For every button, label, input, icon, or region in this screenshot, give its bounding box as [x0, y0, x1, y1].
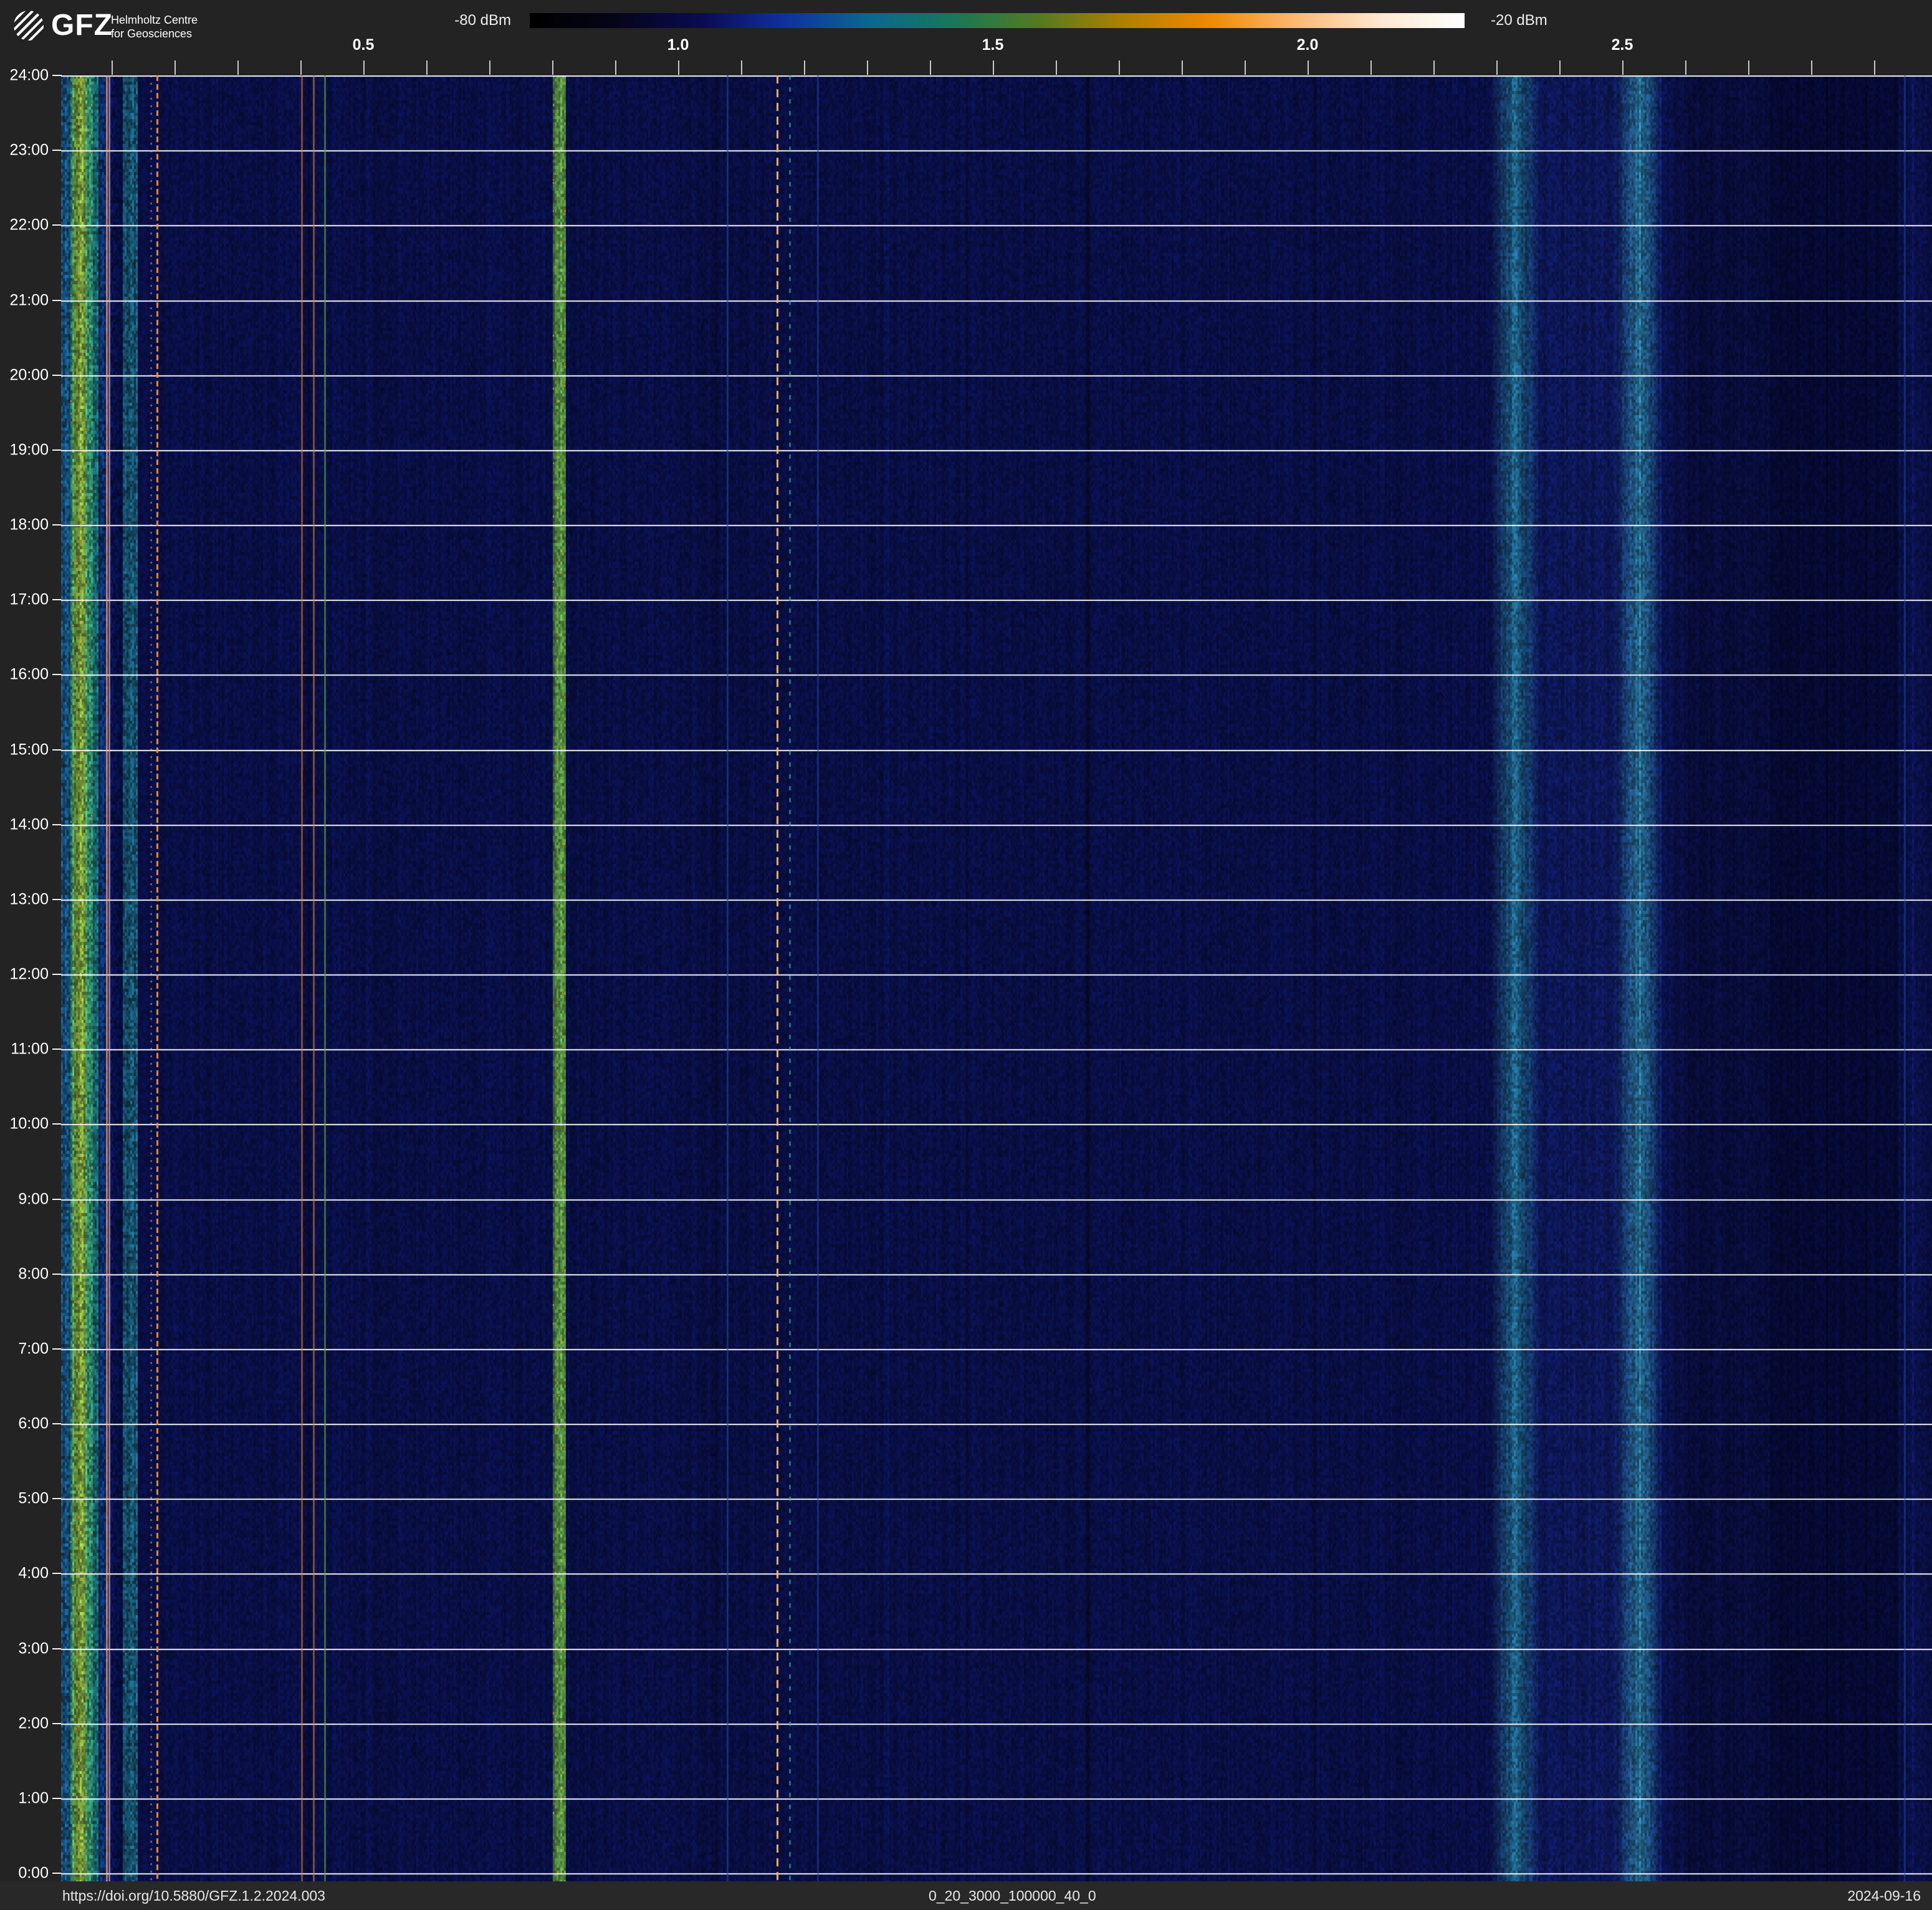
y-axis-tick	[52, 1123, 62, 1125]
x-axis-tick	[993, 60, 994, 75]
spectrogram-heatmap	[61, 75, 1932, 1881]
x-axis-tick	[175, 60, 176, 75]
y-axis-tick	[52, 599, 62, 600]
x-axis-tick	[930, 60, 931, 75]
x-axis-tick	[804, 60, 805, 75]
x-axis-tick	[1370, 60, 1372, 75]
y-axis-tick	[52, 1498, 62, 1499]
y-axis-tick	[52, 824, 62, 825]
x-axis-tick	[1748, 60, 1749, 75]
x-axis-label: 0.5	[335, 36, 391, 54]
y-axis-tick	[52, 1049, 62, 1050]
y-axis-tick	[52, 1723, 62, 1724]
x-axis-tick	[741, 60, 742, 75]
y-axis-tick	[52, 300, 62, 301]
y-axis-label: 15:00	[0, 741, 49, 759]
x-axis-tick	[1559, 60, 1561, 75]
brand-name: GFZ	[51, 10, 113, 41]
y-axis-tick	[52, 375, 62, 376]
y-axis-tick	[52, 1798, 62, 1799]
y-axis-tick	[52, 1573, 62, 1574]
doi-link[interactable]: https://doi.org/10.5880/GFZ.1.2.2024.003	[62, 1888, 325, 1904]
y-axis-tick	[52, 449, 62, 451]
y-axis-label: 10:00	[0, 1115, 49, 1133]
x-axis-tick	[1056, 60, 1057, 75]
x-axis-tick	[1496, 60, 1498, 75]
gfz-logo-icon	[14, 11, 44, 41]
y-axis-label: 2:00	[0, 1715, 49, 1733]
x-axis-tick	[300, 60, 302, 75]
y-axis-label: 16:00	[0, 666, 49, 684]
y-axis-tick	[52, 749, 62, 751]
x-axis-tick	[552, 60, 553, 75]
y-axis-tick	[52, 674, 62, 675]
y-axis-tick	[52, 1274, 62, 1275]
y-axis-label: 18:00	[0, 516, 49, 534]
x-axis-tick	[489, 60, 490, 75]
x-axis-label: 1.0	[650, 36, 706, 54]
y-axis-label: 23:00	[0, 142, 49, 160]
x-axis-tick	[363, 60, 365, 75]
colorbar-max-label: -20 dBm	[1491, 12, 1547, 29]
y-axis-label: 13:00	[0, 891, 49, 909]
x-axis-tick	[678, 60, 679, 75]
plot-parameters: 0_20_3000_100000_40_0	[929, 1888, 1096, 1904]
x-axis-label: 2.0	[1279, 36, 1336, 54]
x-axis-tick	[1874, 60, 1875, 75]
x-axis-tick	[1182, 60, 1183, 75]
y-axis-label: 19:00	[0, 441, 49, 459]
y-axis-tick	[52, 974, 62, 975]
y-axis-label: 14:00	[0, 816, 49, 834]
x-axis-tick	[1308, 60, 1309, 75]
y-axis-label: 0:00	[0, 1864, 49, 1883]
x-axis-tick	[237, 60, 239, 75]
x-axis-tick	[112, 60, 113, 75]
spectrogram-viewer: GFZ Helmholtz Centre for Geosciences -80…	[0, 0, 1932, 1910]
y-axis-label: 3:00	[0, 1640, 49, 1658]
colorbar	[530, 13, 1465, 28]
y-axis-label: 12:00	[0, 966, 49, 984]
y-axis-label: 6:00	[0, 1415, 49, 1433]
y-axis-tick	[52, 1648, 62, 1649]
x-axis-tick	[1811, 60, 1812, 75]
y-axis-label: 24:00	[0, 67, 49, 85]
x-axis-tick	[1245, 60, 1246, 75]
y-axis-tick	[52, 1348, 62, 1350]
y-axis-label: 20:00	[0, 367, 49, 385]
y-axis-label: 1:00	[0, 1790, 49, 1808]
y-axis-tick	[52, 1873, 62, 1874]
x-axis-tick	[1433, 60, 1435, 75]
x-axis-tick	[1119, 60, 1120, 75]
y-axis-label: 7:00	[0, 1340, 49, 1358]
y-axis-label: 22:00	[0, 216, 49, 234]
y-axis-label: 21:00	[0, 292, 49, 310]
y-axis-label: 17:00	[0, 591, 49, 609]
y-axis-label: 8:00	[0, 1265, 49, 1284]
colorbar-min-label: -80 dBm	[454, 12, 511, 29]
x-axis-tick	[615, 60, 616, 75]
y-axis-tick	[52, 75, 62, 76]
y-axis-tick	[52, 224, 62, 226]
org-name: Helmholtz Centre for Geosciences	[111, 13, 198, 41]
y-axis-label: 11:00	[0, 1040, 49, 1058]
x-axis-tick	[426, 60, 428, 75]
plot-date: 2024-09-16	[1847, 1888, 1921, 1904]
y-axis-tick	[52, 150, 62, 151]
x-axis-label: 1.5	[965, 36, 1021, 54]
x-axis-tick	[1685, 60, 1686, 75]
org-line1: Helmholtz Centre	[111, 13, 198, 27]
org-line2: for Geosciences	[111, 27, 198, 41]
y-axis-tick	[52, 1423, 62, 1424]
y-axis-label: 4:00	[0, 1565, 49, 1583]
y-axis-label: 5:00	[0, 1490, 49, 1508]
x-axis-label: 2.5	[1594, 36, 1650, 54]
y-axis-tick	[52, 1199, 62, 1200]
x-axis-tick	[867, 60, 868, 75]
y-axis-tick	[52, 899, 62, 900]
y-axis-label: 9:00	[0, 1191, 49, 1209]
y-axis-tick	[52, 524, 62, 525]
x-axis-tick	[1622, 60, 1624, 75]
